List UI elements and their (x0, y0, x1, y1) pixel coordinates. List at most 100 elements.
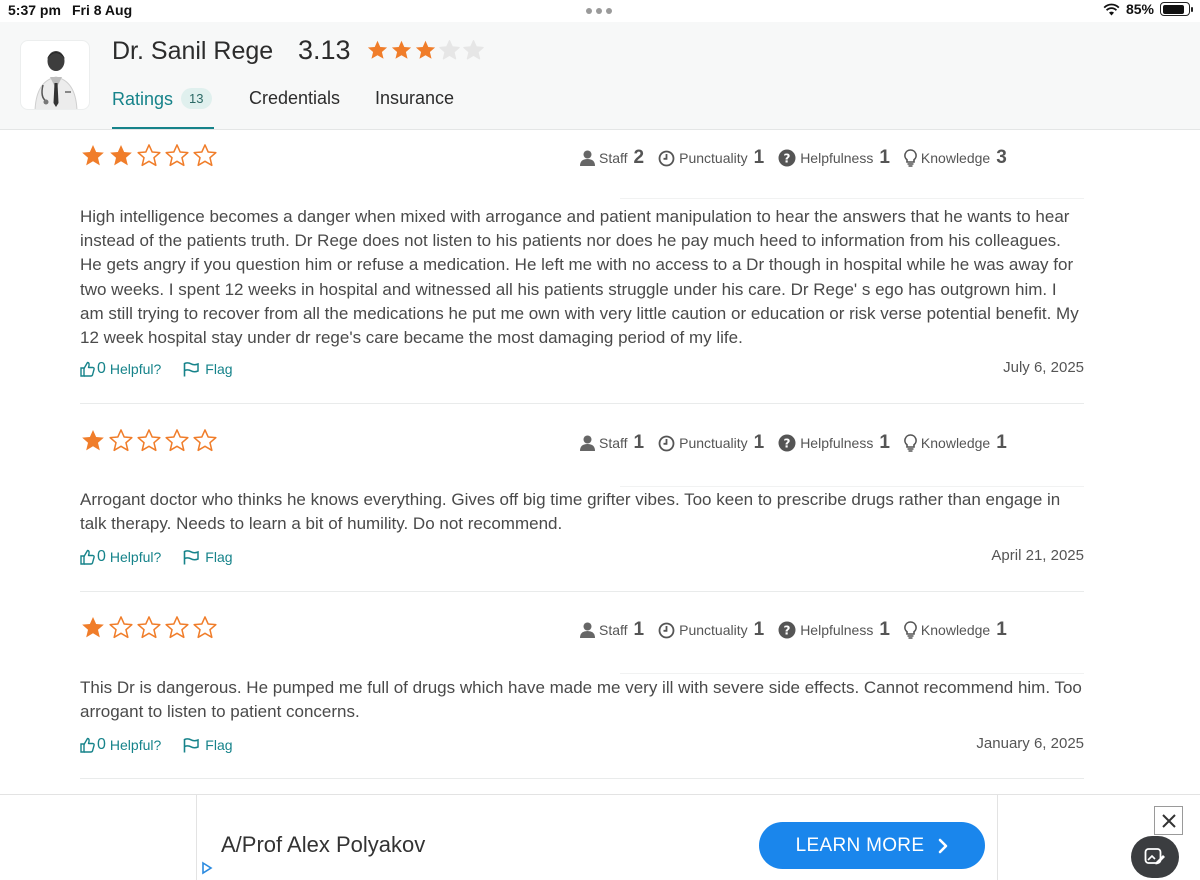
review-actions: 0 Helpful? Flag (80, 360, 233, 378)
review-text: Arrogant doctor who thinks he knows ever… (80, 490, 1061, 534)
question-circle-icon: ? (778, 149, 796, 167)
helpful-button[interactable]: 0 Helpful? (80, 548, 161, 566)
helpful-button[interactable]: 0 Helpful? (80, 736, 161, 754)
metric-knowledge-label: Knowledge (920, 622, 991, 638)
flag-icon (183, 737, 200, 752)
metric-punctuality-label: Punctuality (679, 150, 748, 166)
metric-helpfulness: ? Helpfulness 1 (778, 432, 890, 454)
tab-ratings-label: Ratings (112, 89, 174, 109)
star-empty-icon (439, 40, 460, 60)
metric-staff: Staff 1 (580, 619, 644, 641)
metric-staff-value: 1 (633, 432, 645, 453)
tab-credentials[interactable]: Credentials (249, 88, 340, 109)
close-icon (1161, 813, 1176, 828)
chevron-right-icon (939, 838, 948, 853)
metrics-separator (620, 486, 1084, 487)
review-actions: 0 Helpful? Flag (80, 548, 233, 566)
wifi-icon (1103, 3, 1120, 15)
star-empty-icon (463, 40, 484, 60)
helpful-label: Helpful? (109, 737, 162, 753)
adchoices-icon[interactable] (201, 861, 213, 875)
review-card: Staff 1 Punctuality 1? Helpfulness 1 Knowledge… (80, 615, 1084, 766)
metric-staff-value: 2 (633, 147, 645, 168)
status-time: 5:37 pm (8, 2, 61, 18)
ad-card[interactable]: A/Prof Alex Polyakov LEARN MORE (196, 795, 998, 880)
metric-staff-label: Staff (599, 622, 628, 638)
metric-punctuality: Punctuality 1 (658, 619, 764, 641)
learn-more-button[interactable]: LEARN MORE (759, 822, 985, 869)
user-icon (580, 150, 595, 166)
review-actions: 0 Helpful? Flag (80, 736, 233, 754)
tab-insurance-label: Insurance (375, 88, 455, 108)
star-empty-icon (193, 144, 217, 167)
metric-punctuality-value: 1 (753, 147, 765, 168)
tab-credentials-label: Credentials (249, 88, 341, 108)
metric-punctuality-value: 1 (753, 619, 765, 640)
star-empty-icon (137, 616, 161, 639)
review-card: Staff 1 Punctuality 1? Helpfulness 1 Knowledge… (80, 428, 1084, 578)
star-empty-icon (109, 616, 133, 639)
helpful-label: Helpful? (109, 549, 162, 565)
star-filled-icon (82, 429, 104, 451)
helpful-button[interactable]: 0 Helpful? (80, 360, 161, 378)
status-right: 85% (1103, 1, 1193, 17)
flag-label: Flag (205, 737, 233, 753)
active-tab-indicator (112, 127, 214, 129)
helpful-count: 0 (97, 736, 106, 753)
metric-punctuality-value: 1 (753, 432, 765, 453)
flag-icon (183, 361, 200, 376)
metric-staff: Staff 2 (580, 147, 644, 169)
learn-more-label: LEARN MORE (795, 834, 925, 856)
star-empty-icon (193, 429, 217, 452)
svg-text:?: ? (784, 623, 791, 637)
svg-text:?: ? (784, 436, 791, 450)
helpful-count: 0 (97, 548, 106, 565)
metric-knowledge-value: 1 (996, 619, 1007, 640)
review-date: January 6, 2025 (976, 735, 1084, 752)
doctor-rating: 3.13 (298, 35, 351, 65)
star-filled-icon (82, 144, 104, 166)
metric-staff-value: 1 (633, 619, 645, 640)
metric-knowledge: Knowledge 1 (904, 432, 1007, 454)
flag-label: Flag (205, 361, 233, 377)
review-stars (80, 143, 218, 169)
metric-helpfulness-value: 1 (879, 147, 890, 168)
review-metrics: Staff 2 Punctuality 1? Helpfulness 1 Knowledge… (580, 147, 1021, 169)
metric-knowledge: Knowledge 3 (904, 147, 1007, 169)
svg-text:?: ? (784, 151, 791, 165)
star-empty-icon (193, 616, 217, 639)
flag-button[interactable]: Flag (183, 549, 233, 565)
clock-icon (658, 622, 675, 638)
thumbs-up-icon (80, 361, 95, 377)
review-text: High intelligence becomes a danger when … (80, 207, 1079, 348)
thumbs-up-icon (80, 737, 95, 753)
ad-close-button[interactable] (1154, 806, 1183, 835)
tab-insurance[interactable]: Insurance (375, 88, 454, 109)
ad-title: A/Prof Alex Polyakov (221, 832, 426, 857)
star-filled-icon (415, 40, 436, 59)
review-metrics: Staff 1 Punctuality 1? Helpfulness 1 Knowledge… (580, 619, 1021, 641)
tab-ratings[interactable]: Ratings 13 (112, 88, 212, 110)
metrics-separator (620, 198, 1084, 199)
star-empty-icon (165, 144, 189, 167)
edit-image-icon (1144, 848, 1165, 865)
flag-button[interactable]: Flag (183, 361, 233, 377)
clock-icon (658, 435, 675, 451)
review-text: This Dr is dangerous. He pumped me full … (80, 678, 1082, 722)
floating-action-button[interactable] (1131, 836, 1179, 878)
star-filled-icon (110, 144, 132, 166)
metric-punctuality-label: Punctuality (679, 622, 748, 638)
status-bar: 5:37 pm Fri 8 Aug 85% (0, 0, 1200, 22)
star-filled-icon (82, 616, 104, 638)
metric-knowledge: Knowledge 1 (904, 619, 1007, 641)
thumbs-up-icon (80, 549, 95, 565)
user-icon (580, 622, 595, 638)
metric-knowledge-value: 1 (996, 432, 1007, 453)
flag-button[interactable]: Flag (183, 737, 233, 753)
review-stars (80, 615, 218, 641)
question-circle-icon: ? (778, 434, 796, 452)
multitasking-dots-icon[interactable] (586, 8, 612, 14)
star-filled-icon (367, 40, 388, 59)
review-metrics: Staff 1 Punctuality 1? Helpfulness 1 Knowledge… (580, 432, 1021, 454)
star-empty-icon (165, 616, 189, 639)
